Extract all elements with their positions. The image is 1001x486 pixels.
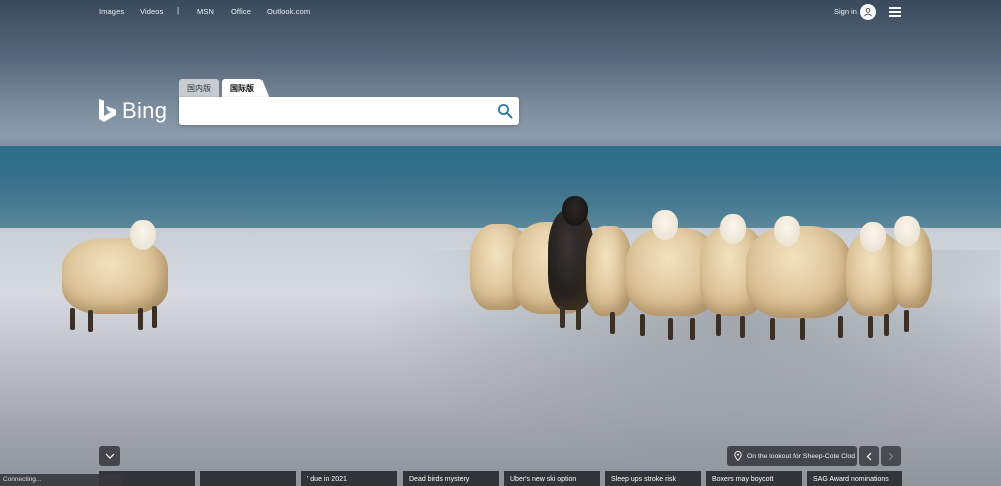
previous-image-button[interactable] [859,446,879,466]
nav-link-videos[interactable]: Videos [140,7,163,16]
news-card[interactable]: Dead birds mystery [403,471,499,486]
tab-domestic[interactable]: 国内版 [179,79,219,99]
user-avatar-icon[interactable] [860,4,876,20]
top-navigation: Images Videos | MSN Office Outlook.com S… [0,0,1001,24]
nav-separator: | [177,6,180,15]
scroll-down-button[interactable] [99,446,120,466]
location-pin-icon [734,451,742,461]
hamburger-menu-icon[interactable] [889,7,901,17]
browser-status-bar: Connecting... [0,474,123,486]
tab-international[interactable]: 国际版 [222,79,270,99]
news-card[interactable]: SAG Award nominations [807,471,902,486]
nav-link-outlook[interactable]: Outlook.com [267,7,310,16]
chevron-right-icon [888,452,894,460]
nav-link-images[interactable]: Images [99,7,124,16]
news-card[interactable] [200,471,296,486]
logo-text: Bing [122,98,168,123]
sign-in-link[interactable]: Sign in [834,7,857,16]
search-icon[interactable] [497,103,513,119]
chevron-down-icon [105,453,114,459]
news-card[interactable]: Boxers may boycott [706,471,802,486]
news-card[interactable]: Uber's new ski option [504,471,600,486]
news-card[interactable]: Sleep ups stroke risk [605,471,701,486]
background-image [0,0,1001,486]
bing-logo[interactable]: Bing [98,98,167,124]
news-card[interactable]: ' due in 2021 [301,471,397,486]
image-caption: On the lookout for Sheep-Cote Clod [747,452,856,460]
nav-link-msn[interactable]: MSN [197,7,214,16]
bing-b-icon [99,99,116,122]
search-box [179,97,519,125]
next-image-button[interactable] [881,446,901,466]
image-info-button[interactable]: On the lookout for Sheep-Cote Clod [727,446,857,466]
chevron-left-icon [866,452,872,460]
search-input[interactable] [187,101,491,123]
nav-link-office[interactable]: Office [231,7,251,16]
